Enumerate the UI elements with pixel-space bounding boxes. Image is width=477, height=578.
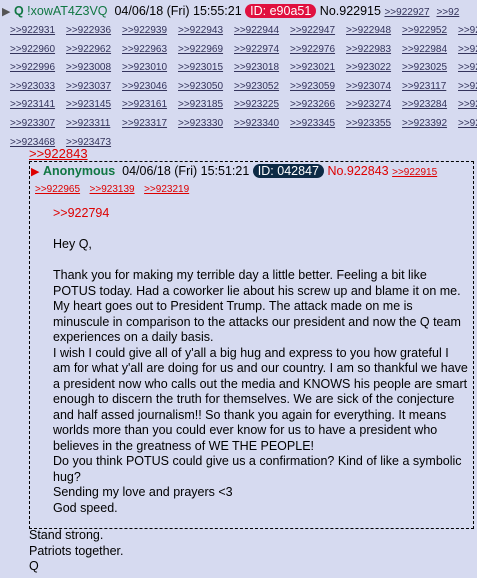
op-line: Stand strong. [29, 528, 104, 542]
reply-link[interactable]: >>923266 [290, 97, 346, 114]
reply-link[interactable]: >>922976 [290, 42, 346, 59]
reply-link[interactable]: >>923018 [234, 60, 290, 77]
quoted-reply-links: >>922965 >>923139 >>923219 [35, 181, 195, 195]
quoted-post-header: ▶ Anonymous 04/06/18 (Fri) 15:51:21 ID: … [31, 164, 437, 178]
reply-link[interactable]: >>92 [458, 79, 477, 96]
reply-link[interactable]: >>923025 [402, 60, 458, 77]
reply-link[interactable]: >>923033 [10, 79, 66, 96]
greentext-link[interactable]: >>922794 [53, 206, 468, 222]
reply-link[interactable]: >>922939 [122, 23, 178, 40]
reply-link[interactable]: >>922931 [10, 23, 66, 40]
reply-link[interactable]: >>923274 [346, 97, 402, 114]
quote-link[interactable]: >>922843 [29, 146, 88, 161]
reply-link[interactable]: >>923219 [144, 184, 189, 195]
reply-link[interactable]: >>923052 [234, 79, 290, 96]
reply-link[interactable]: >>922936 [66, 23, 122, 40]
op-header: ▶ Q !xowAT4Z3VQ 04/06/18 (Fri) 15:55:21 … [2, 4, 459, 18]
post-datetime: 04/06/18 (Fri) 15:51:21 [122, 164, 250, 178]
reply-link[interactable]: >>922915 [392, 167, 437, 178]
reply-link[interactable]: >>92 [458, 60, 477, 77]
op-message: Stand strong. Patriots together. Q [29, 528, 124, 575]
reply-link[interactable]: >>923059 [290, 79, 346, 96]
post-line: I wish I could give all of y'all a big h… [53, 345, 468, 453]
op-line: Patriots together. [29, 543, 124, 558]
reply-link[interactable]: >>923284 [402, 97, 458, 114]
reply-link[interactable]: >>923340 [234, 116, 290, 133]
reply-link[interactable]: >>923185 [178, 97, 234, 114]
reply-link[interactable]: >>922974 [234, 42, 290, 59]
reply-link[interactable]: >>923074 [346, 79, 402, 96]
reply-link[interactable]: >>922962 [66, 42, 122, 59]
op-tripcode: !xowAT4Z3VQ [27, 4, 108, 18]
reply-link[interactable]: >>923225 [234, 97, 290, 114]
reply-link[interactable]: >>92 [458, 42, 477, 59]
reply-link[interactable]: >>922952 [402, 23, 458, 40]
poster-name: Anonymous [42, 164, 116, 178]
reply-link[interactable]: >>923015 [178, 60, 234, 77]
reply-link[interactable]: >>923037 [66, 79, 122, 96]
reply-link[interactable]: >>923317 [122, 116, 178, 133]
reply-link[interactable]: >>923022 [346, 60, 402, 77]
post-number[interactable]: No.922843 [327, 164, 388, 178]
reply-link[interactable]: >>922927 [384, 7, 429, 18]
op-reply-links: >>922931 >>922936 >>922939 >>922943 >>922944… [10, 21, 477, 151]
reply-link[interactable]: >>92 [458, 116, 477, 133]
reply-link[interactable]: >>923046 [122, 79, 178, 96]
reply-link[interactable]: >>923311 [66, 116, 122, 133]
reply-link[interactable]: >>923345 [290, 116, 346, 133]
post-line: Hey Q, [53, 237, 92, 251]
reply-link[interactable]: >>922996 [10, 60, 66, 77]
op-name: Q [13, 4, 24, 18]
reply-link[interactable]: >>92 [458, 97, 477, 114]
reply-link[interactable]: >>923392 [402, 116, 458, 133]
op-poster-id[interactable]: ID: e90a51 [245, 4, 317, 18]
reply-link[interactable]: >>92 [458, 23, 477, 40]
reply-link[interactable]: >>923008 [66, 60, 122, 77]
reply-link[interactable]: >>923161 [122, 97, 178, 114]
reply-link[interactable]: >>923145 [66, 97, 122, 114]
op-post-number[interactable]: No.922915 [320, 4, 381, 18]
reply-link[interactable]: >>922944 [234, 23, 290, 40]
reply-link[interactable]: >>923307 [10, 116, 66, 133]
reply-link[interactable]: >>922984 [402, 42, 458, 59]
quoted-post: ▶ Anonymous 04/06/18 (Fri) 15:51:21 ID: … [29, 161, 474, 529]
reply-link[interactable]: >>923141 [10, 97, 66, 114]
quoted-post-body: >>922794 Hey Q, Thank you for making my … [53, 206, 468, 516]
post-menu-arrow-icon[interactable]: ▶ [31, 166, 39, 178]
reply-link[interactable]: >>922943 [178, 23, 234, 40]
reply-link[interactable]: >>922948 [346, 23, 402, 40]
reply-link[interactable]: >>922983 [346, 42, 402, 59]
reply-link[interactable]: >>923050 [178, 79, 234, 96]
op-line: Q [29, 559, 39, 573]
reply-link[interactable]: >>922947 [290, 23, 346, 40]
poster-id[interactable]: ID: 042847 [252, 164, 324, 178]
reply-link[interactable]: >>923330 [178, 116, 234, 133]
reply-link[interactable]: >>922963 [122, 42, 178, 59]
post-line: Do you think POTUS could give us a confi… [53, 454, 462, 484]
reply-link[interactable]: >>923010 [122, 60, 178, 77]
reply-link[interactable]: >>923117 [402, 79, 458, 96]
reply-link[interactable]: >>923139 [90, 184, 135, 195]
post-line: God speed. [53, 500, 118, 515]
reply-link[interactable]: >>922960 [10, 42, 66, 59]
reply-link[interactable]: >>923021 [290, 60, 346, 77]
reply-link[interactable]: >>92 [436, 7, 459, 18]
reply-link[interactable]: >>923355 [346, 116, 402, 133]
reply-link[interactable]: >>922969 [178, 42, 234, 59]
reply-link[interactable]: >>922965 [35, 184, 80, 195]
post-line: Thank you for making my terrible day a l… [53, 268, 461, 344]
post-menu-arrow-icon[interactable]: ▶ [2, 6, 10, 18]
op-datetime: 04/06/18 (Fri) 15:55:21 [114, 4, 242, 18]
post-line: Sending my love and prayers <3 [53, 485, 233, 499]
